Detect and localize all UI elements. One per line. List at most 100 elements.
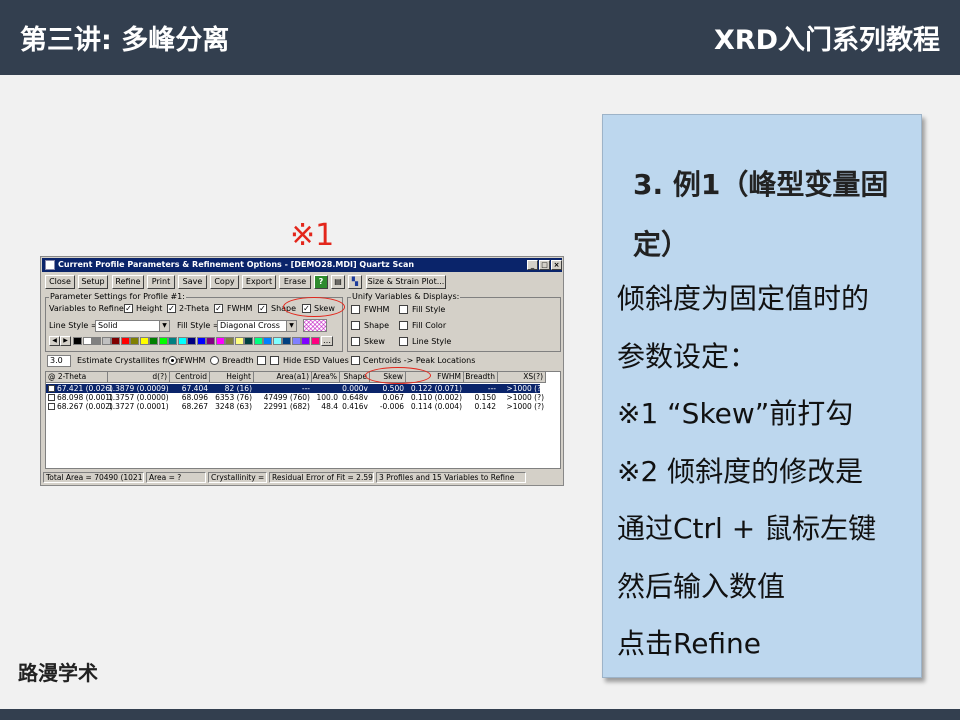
color-swatch[interactable] [291, 337, 301, 345]
column-header[interactable]: Area(a1) [254, 372, 312, 383]
layout-icon[interactable]: ▚ [348, 275, 362, 289]
breadth-checkbox[interactable] [257, 356, 266, 365]
unify-group-title: Unify Variables & Displays: [351, 292, 461, 302]
table-cell: 47499 (760) [263, 393, 310, 402]
table-cell: 48.4 [321, 402, 338, 411]
more-colors-button[interactable]: … [321, 336, 333, 346]
refine-button[interactable]: Refine [112, 275, 144, 289]
copy-button[interactable]: Copy [210, 275, 239, 289]
row-checkbox[interactable] [48, 403, 55, 410]
shape-checkbox[interactable]: ✓ [258, 304, 267, 313]
color-swatch[interactable] [263, 337, 272, 345]
column-header[interactable]: Area% [312, 372, 340, 383]
unify-skew-checkbox[interactable] [351, 337, 360, 346]
hide-esd-checkbox[interactable] [270, 356, 279, 365]
help-icon[interactable]: ? [314, 275, 328, 289]
table-cell: 0.114 (0.004) [410, 402, 462, 411]
color-swatch[interactable] [310, 337, 320, 345]
color-swatch[interactable] [92, 337, 101, 345]
color-swatch[interactable] [73, 337, 82, 345]
color-swatch[interactable] [130, 337, 139, 345]
scroll-right-icon[interactable]: ▶ [60, 336, 71, 346]
color-swatch[interactable] [139, 337, 149, 345]
table-cell: 6353 (76) [215, 393, 252, 402]
fwhm-checkbox[interactable]: ✓ [214, 304, 223, 313]
column-header[interactable]: XS(?) [498, 372, 546, 383]
profile-parameters-window: Current Profile Parameters & Refinement … [40, 256, 564, 486]
unify-fill-color-checkbox[interactable] [399, 321, 408, 330]
color-swatch[interactable] [158, 337, 168, 345]
annotation-mark-1: ※1 [290, 218, 335, 253]
close-window-button[interactable]: × [551, 260, 562, 270]
color-swatch[interactable] [101, 337, 111, 345]
setup-button[interactable]: Setup [78, 275, 108, 289]
row-checkbox[interactable] [48, 385, 55, 392]
column-header[interactable]: Centroid [170, 372, 210, 383]
fill-style-select[interactable]: Diagonal Cross ▼ [217, 320, 297, 332]
table-cell: 0.000v [342, 384, 368, 393]
erase-button[interactable]: Erase [279, 275, 311, 289]
unify-fwhm-checkbox[interactable] [351, 305, 360, 314]
minimize-button[interactable]: _ [527, 260, 538, 270]
color-swatch[interactable] [206, 337, 215, 345]
line-style-select[interactable]: Solid ▼ [95, 320, 170, 332]
print-button[interactable]: Print [147, 275, 175, 289]
color-swatch[interactable] [177, 337, 187, 345]
column-header[interactable]: d(?) [108, 372, 170, 383]
close-button[interactable]: Close [45, 275, 75, 289]
table-cell: 0.648v [342, 393, 368, 402]
two-theta-checkbox[interactable]: ✓ [167, 304, 176, 313]
row-checkbox[interactable] [48, 394, 55, 401]
color-swatch[interactable] [149, 337, 158, 345]
unify-shape-checkbox[interactable] [351, 321, 360, 330]
chevron-down-icon: ▼ [286, 321, 296, 331]
column-header[interactable]: Height [210, 372, 254, 383]
color-swatch[interactable] [244, 337, 253, 345]
color-swatch[interactable] [225, 337, 234, 345]
table-row[interactable]: 68.098 (0.001) 1.3757 (0.0000) 68.096 6353 … [46, 393, 544, 402]
crystallite-k-input[interactable]: 3.0 [47, 355, 71, 367]
grid-view-icon[interactable]: ▤ [331, 275, 345, 289]
status-profiles-count: 3 Profiles and 15 Variables to Refine [376, 472, 526, 483]
unify-line-style-checkbox[interactable] [399, 337, 408, 346]
color-swatch[interactable] [111, 337, 120, 345]
unify-fill-style-checkbox[interactable] [399, 305, 408, 314]
centroids-checkbox[interactable] [351, 356, 360, 365]
color-swatch[interactable] [215, 337, 225, 345]
breadth-radio[interactable] [210, 356, 219, 365]
table-cell: --- [487, 384, 496, 393]
color-swatch[interactable] [253, 337, 263, 345]
height-checkbox[interactable]: ✓ [124, 304, 133, 313]
table-cell: 1.3727 (0.0001) [108, 402, 169, 411]
example-heading-line1: 3. 例1（峰型变量固 [633, 168, 889, 201]
fwhm-radio[interactable] [168, 356, 177, 365]
color-swatch[interactable] [120, 337, 130, 345]
fill-pattern-preview[interactable] [303, 319, 327, 332]
color-swatch[interactable] [272, 337, 282, 345]
maximize-button[interactable]: □ [539, 260, 550, 270]
size-strain-plot-button[interactable]: Size & Strain Plot... [366, 275, 446, 289]
column-header[interactable]: @ 2-Theta [46, 372, 108, 383]
window-titlebar[interactable]: Current Profile Parameters & Refinement … [42, 258, 562, 272]
color-swatch[interactable] [82, 337, 92, 345]
table-row[interactable]: 67.421 (0.026) 1.3879 (0.0009) 67.404 82 (1… [46, 384, 544, 393]
table-cell: 67.421 (0.026) [57, 384, 113, 393]
color-swatch[interactable] [168, 337, 177, 345]
color-swatch[interactable] [196, 337, 206, 345]
table-row[interactable]: 68.267 (0.002) 1.3727 (0.0001) 68.267 3248 … [46, 402, 544, 411]
table-cell: >1000 (?) [506, 384, 544, 393]
status-total-area: Total Area = 70490 (1021) [43, 472, 144, 483]
table-cell: 100.0 [316, 393, 338, 402]
color-swatch[interactable] [187, 337, 196, 345]
color-swatch[interactable] [282, 337, 291, 345]
export-button[interactable]: Export [242, 275, 276, 289]
centroids-label: Centroids -> Peak Locations [363, 356, 476, 365]
unify-line-style-label: Line Style [412, 337, 452, 346]
table-cell: 82 (16) [224, 384, 252, 393]
save-button[interactable]: Save [178, 275, 207, 289]
color-swatch[interactable] [301, 337, 310, 345]
table-cell: 68.098 (0.001) [57, 393, 113, 402]
color-swatch[interactable] [234, 337, 244, 345]
scroll-left-icon[interactable]: ◀ [49, 336, 60, 346]
column-header[interactable]: Breadth [464, 372, 498, 383]
